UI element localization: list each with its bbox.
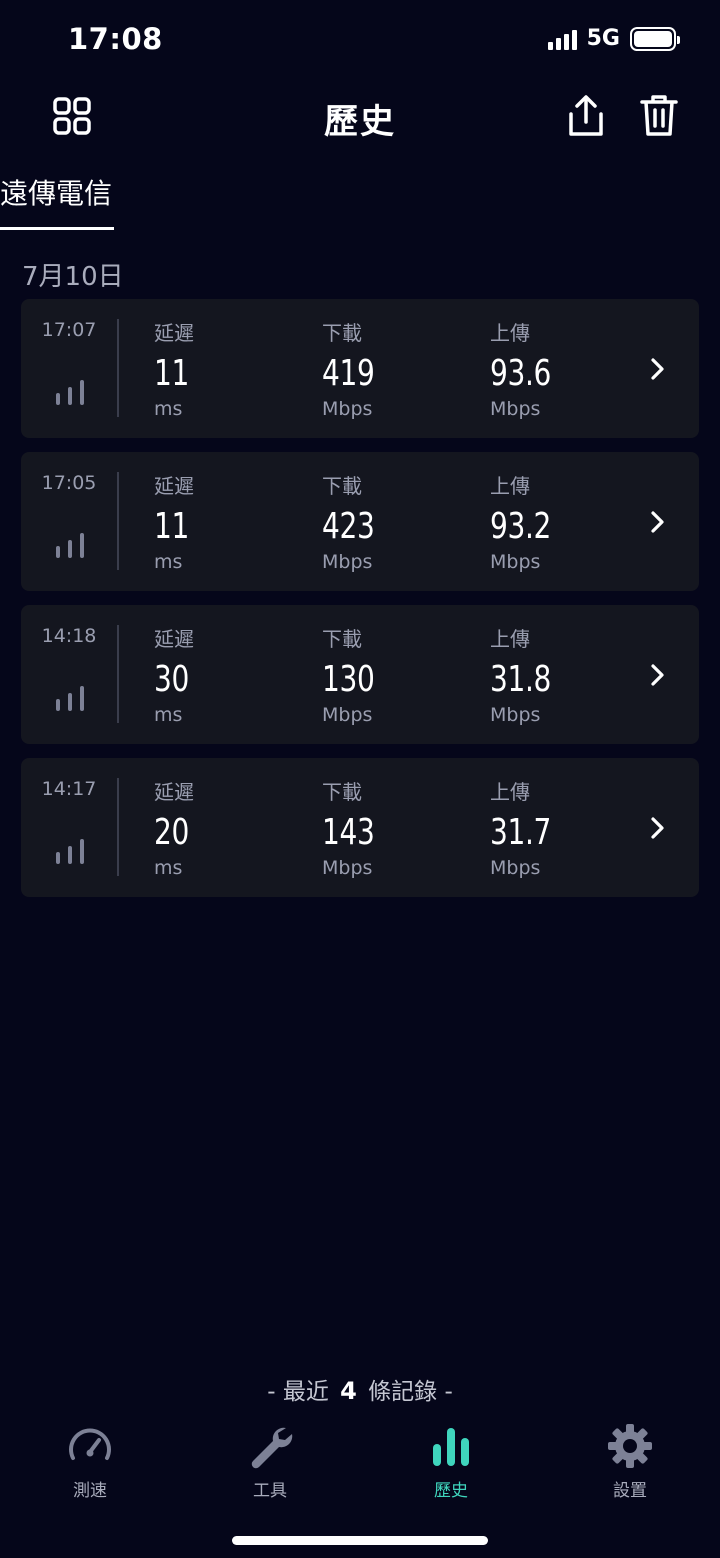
latency-unit: ms [154, 857, 183, 879]
card-divider [117, 472, 119, 570]
tab-label: 工具 [253, 1481, 287, 1501]
home-indicator[interactable] [232, 1536, 488, 1545]
card-divider [117, 778, 119, 876]
upload-metric: 上傳 31.8 Mbps [490, 623, 568, 726]
latency-metric: 延遲 30 ms [154, 623, 199, 726]
carrier-tab-underline [0, 227, 114, 230]
download-label: 下載 [322, 321, 362, 345]
bar-chart-icon [433, 1428, 469, 1466]
record-card[interactable]: 14:17 延遲 20 ms 下載 143 Mbps 上傳 31.7 Mbps [21, 758, 699, 897]
record-card[interactable]: 17:05 延遲 11 ms 下載 423 Mbps 上傳 93.2 Mbps [21, 452, 699, 591]
download-value: 143 [322, 812, 375, 853]
record-count-number: 4 [340, 1377, 357, 1405]
record-time: 17:07 [41, 319, 97, 341]
trash-icon[interactable] [639, 94, 679, 138]
signal-bars-icon [56, 839, 84, 864]
upload-value: 93.2 [490, 506, 551, 547]
signal-bars-icon [56, 380, 84, 405]
upload-metric: 上傳 93.6 Mbps [490, 317, 568, 420]
latency-label: 延遲 [154, 321, 194, 345]
tab-label: 測速 [73, 1481, 107, 1501]
upload-metric: 上傳 93.2 Mbps [490, 470, 568, 573]
record-time: 14:18 [41, 625, 97, 647]
tab-settings[interactable]: 設置 [570, 1422, 690, 1501]
tab-tools[interactable]: 工具 [210, 1422, 330, 1501]
upload-unit: Mbps [490, 551, 541, 573]
latency-value: 30 [154, 659, 189, 700]
wrench-icon [251, 1427, 293, 1469]
chevron-right-icon[interactable] [649, 663, 667, 687]
tab-bar: 測速 工具 歷史 設置 [0, 1422, 720, 1502]
record-count-prefix: - 最近 [267, 1379, 329, 1405]
date-group-label: 7月10日 [22, 262, 124, 292]
latency-unit: ms [154, 398, 183, 420]
upload-value: 31.8 [490, 659, 551, 700]
record-card[interactable]: 14:18 延遲 30 ms 下載 130 Mbps 上傳 31.8 Mbps [21, 605, 699, 744]
download-unit: Mbps [322, 857, 373, 879]
screen: 17:08 5G 歷史 遠傳電信 7月10日 17:07 延遲 11 ms 下載… [0, 0, 720, 1558]
upload-label: 上傳 [490, 474, 530, 498]
latency-metric: 延遲 11 ms [154, 317, 199, 420]
speedometer-icon [69, 1428, 111, 1460]
tab-speedtest[interactable]: 測速 [30, 1422, 150, 1501]
download-metric: 下載 130 Mbps [322, 623, 389, 726]
download-label: 下載 [322, 627, 362, 651]
chevron-right-icon[interactable] [649, 510, 667, 534]
latency-value: 20 [154, 812, 189, 853]
download-value: 419 [322, 353, 375, 394]
gear-icon [608, 1424, 652, 1468]
status-indicators: 5G [547, 26, 680, 51]
latency-value: 11 [154, 506, 189, 547]
download-metric: 下載 419 Mbps [322, 317, 389, 420]
download-unit: Mbps [322, 704, 373, 726]
signal-bars-icon [56, 686, 84, 711]
carrier-tab[interactable]: 遠傳電信 [0, 172, 112, 212]
status-time: 17:08 [68, 22, 163, 56]
tab-label: 歷史 [434, 1481, 468, 1501]
download-unit: Mbps [322, 551, 373, 573]
card-divider [117, 625, 119, 723]
latency-label: 延遲 [154, 474, 194, 498]
latency-metric: 延遲 20 ms [154, 776, 199, 879]
battery-icon [630, 26, 680, 51]
download-metric: 下載 143 Mbps [322, 776, 389, 879]
latency-unit: ms [154, 704, 183, 726]
signal-icon [547, 28, 577, 50]
chevron-right-icon[interactable] [649, 357, 667, 381]
page-title: 歷史 [324, 102, 396, 142]
download-value: 130 [322, 659, 375, 700]
record-time: 14:17 [41, 778, 97, 800]
record-count: - 最近 4 條記錄 - [0, 1372, 720, 1406]
record-count-suffix: 條記錄 - [368, 1379, 453, 1405]
upload-metric: 上傳 31.7 Mbps [490, 776, 568, 879]
latency-unit: ms [154, 551, 183, 573]
download-value: 423 [322, 506, 375, 547]
share-icon[interactable] [566, 94, 606, 138]
signal-bars-icon [56, 533, 84, 558]
header: 歷史 [0, 86, 720, 146]
latency-value: 11 [154, 353, 189, 394]
download-unit: Mbps [322, 398, 373, 420]
upload-unit: Mbps [490, 857, 541, 879]
record-card[interactable]: 17:07 延遲 11 ms 下載 419 Mbps 上傳 93.6 Mbps [21, 299, 699, 438]
upload-unit: Mbps [490, 704, 541, 726]
record-time: 17:05 [41, 472, 97, 494]
upload-label: 上傳 [490, 321, 530, 345]
upload-unit: Mbps [490, 398, 541, 420]
download-metric: 下載 423 Mbps [322, 470, 389, 573]
tab-history[interactable]: 歷史 [391, 1422, 511, 1501]
latency-label: 延遲 [154, 627, 194, 651]
latency-metric: 延遲 11 ms [154, 470, 199, 573]
upload-label: 上傳 [490, 627, 530, 651]
latency-label: 延遲 [154, 780, 194, 804]
tab-label: 設置 [613, 1481, 647, 1501]
upload-label: 上傳 [490, 780, 530, 804]
network-type: 5G [586, 26, 620, 51]
upload-value: 31.7 [490, 812, 551, 853]
chevron-right-icon[interactable] [649, 816, 667, 840]
upload-value: 93.6 [490, 353, 551, 394]
download-label: 下載 [322, 780, 362, 804]
download-label: 下載 [322, 474, 362, 498]
card-divider [117, 319, 119, 417]
